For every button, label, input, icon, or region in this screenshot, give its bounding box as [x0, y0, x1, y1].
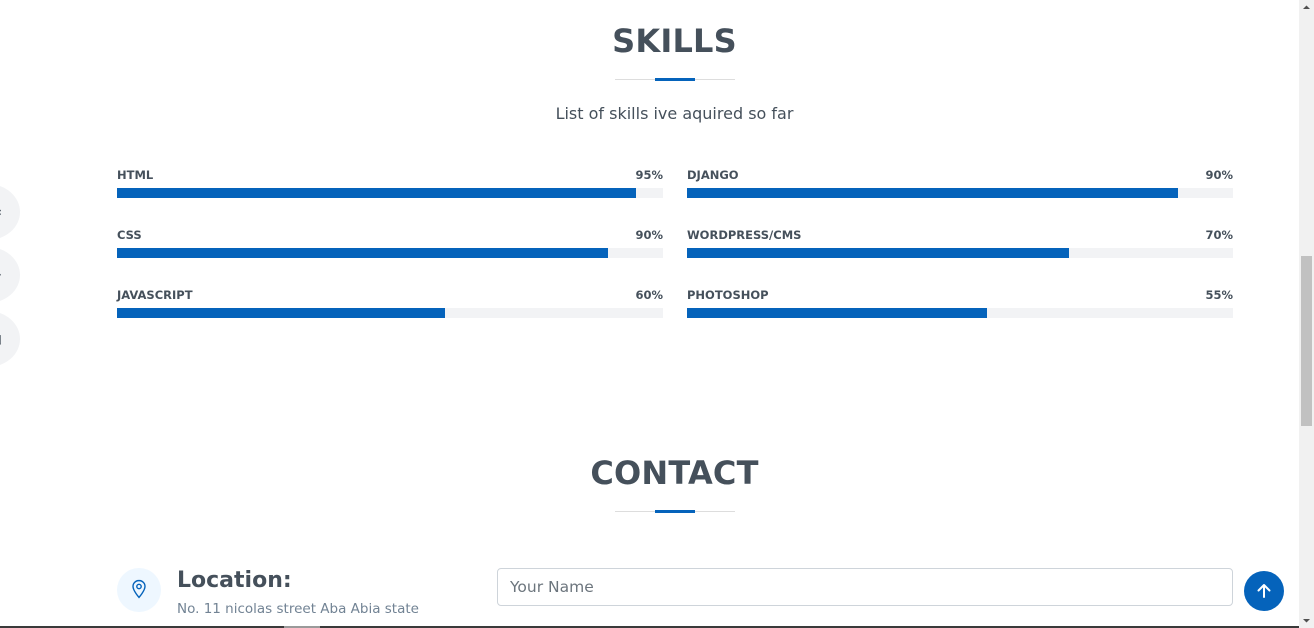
skill-javascript: JAVASCRIPT 60%	[117, 288, 663, 328]
location-title: Location:	[177, 568, 292, 593]
scroll-down-arrow[interactable]	[1299, 613, 1314, 628]
skill-name: HTML	[117, 168, 154, 182]
page: ‹ · ▯ SKILLS List of skills ive aquired …	[0, 0, 1299, 626]
skill-percent: 95%	[635, 168, 663, 182]
back-to-top-button[interactable]	[1244, 571, 1284, 611]
progress-track	[687, 188, 1233, 198]
skill-css: CSS 90%	[117, 228, 663, 268]
scroll-up-arrow[interactable]	[1299, 0, 1314, 15]
skills-title: SKILLS	[612, 22, 737, 60]
chevron-icon: ‹	[0, 205, 2, 219]
dot-icon: ·	[0, 268, 2, 282]
vertical-scrollbar[interactable]	[1299, 0, 1314, 628]
skill-name: CSS	[117, 228, 142, 242]
location-address: No. 11 nicolas street Aba Abia state	[177, 601, 419, 617]
skill-percent: 60%	[635, 288, 663, 302]
divider-accent	[655, 510, 695, 513]
progress-fill	[687, 248, 1070, 258]
progress-fill	[117, 308, 445, 318]
skill-wordpress-cms: WORDPRESS/CMS 70%	[687, 228, 1233, 268]
map-pin-icon	[132, 579, 146, 599]
arrow-up-icon	[1257, 584, 1271, 598]
side-nav-button-1[interactable]: ‹	[0, 184, 20, 240]
skill-percent: 70%	[1205, 228, 1233, 242]
skill-name: DJANGO	[687, 168, 739, 182]
skill-percent: 55%	[1205, 288, 1233, 302]
progress-track	[117, 188, 663, 198]
progress-fill	[117, 248, 609, 258]
skill-name: JAVASCRIPT	[117, 288, 193, 302]
document-icon: ▯	[0, 332, 2, 346]
skill-name: WORDPRESS/CMS	[687, 228, 802, 242]
your-name-input[interactable]	[497, 568, 1233, 606]
skills-title-divider	[615, 78, 735, 81]
skill-name: PHOTOSHOP	[687, 288, 769, 302]
progress-fill	[687, 308, 988, 318]
skill-percent: 90%	[1205, 168, 1233, 182]
contact-title: CONTACT	[590, 454, 759, 492]
skill-django: DJANGO 90%	[687, 168, 1233, 208]
divider-accent	[655, 78, 695, 81]
progress-track	[117, 248, 663, 258]
progress-track	[117, 308, 663, 318]
contact-title-divider	[615, 510, 735, 513]
side-nav-button-3[interactable]: ▯	[0, 311, 20, 367]
location-icon-circle	[117, 568, 161, 612]
progress-fill	[117, 188, 636, 198]
skill-html: HTML 95%	[117, 168, 663, 208]
skills-subtitle: List of skills ive aquired so far	[555, 104, 794, 123]
skill-percent: 90%	[635, 228, 663, 242]
progress-track	[687, 308, 1233, 318]
progress-fill	[687, 188, 1179, 198]
progress-track	[687, 248, 1233, 258]
skill-photoshop: PHOTOSHOP 55%	[687, 288, 1233, 328]
scrollbar-thumb[interactable]	[1301, 256, 1312, 426]
side-nav-button-2[interactable]: ·	[0, 247, 20, 303]
